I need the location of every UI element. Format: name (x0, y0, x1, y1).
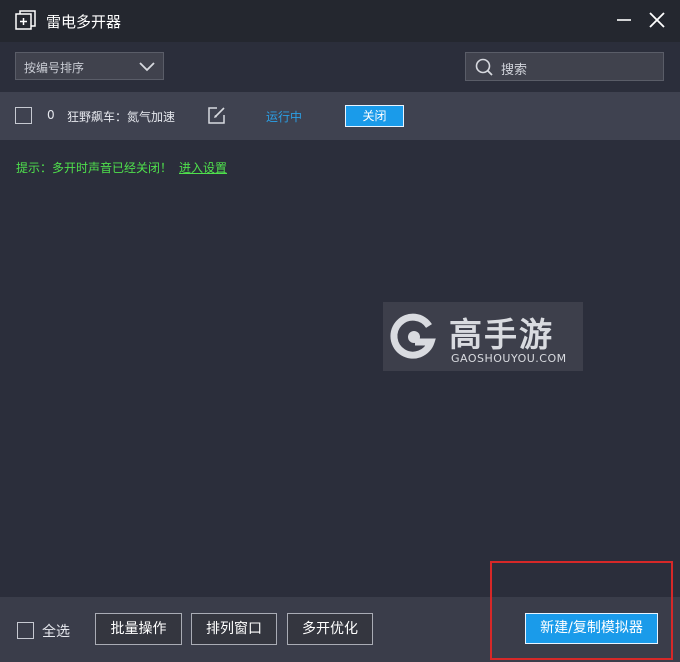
edit-icon[interactable] (207, 106, 226, 125)
gaoshouyou-logo-icon (390, 313, 436, 359)
multi-optimize-button[interactable]: 多开优化 (287, 613, 373, 645)
multi-instance-window: 雷电多开器 按编号排序 搜索 0 狂野飙车：氮气加速 运行中 关闭 提示：多开时… (0, 0, 680, 662)
sound-hint-text: 提示：多开时声音已经关闭！ (16, 161, 173, 175)
instance-status: 运行中 (266, 110, 303, 124)
search-placeholder: 搜索 (501, 63, 528, 78)
toolbar: 按编号排序 搜索 (0, 42, 680, 92)
minimize-icon[interactable] (614, 10, 634, 30)
watermark-cn: 高手游 (449, 315, 554, 354)
instance-name: 狂野飙车：氮气加速 (67, 110, 176, 124)
watermark-en: GAOSHOUYOU.COM (451, 352, 567, 365)
select-all-label[interactable]: 全选 (42, 621, 70, 641)
watermark: 高手游 GAOSHOUYOU.COM (383, 302, 583, 371)
arrange-windows-button[interactable]: 排列窗口 (191, 613, 277, 645)
sort-dropdown-label: 按编号排序 (24, 61, 85, 75)
settings-link[interactable]: 进入设置 (179, 159, 227, 176)
instance-index: 0 (47, 108, 55, 122)
instance-checkbox[interactable] (15, 107, 32, 124)
instance-row: 0 狂野飙车：氮气加速 运行中 关闭 (0, 92, 680, 140)
add-window-icon (15, 10, 36, 30)
close-icon[interactable] (646, 9, 668, 31)
search-input[interactable]: 搜索 (465, 52, 664, 81)
select-all-checkbox[interactable] (17, 622, 34, 639)
search-icon (475, 58, 493, 76)
chevron-down-icon (139, 62, 155, 72)
batch-operation-button[interactable]: 批量操作 (95, 613, 182, 645)
title-bar: 雷电多开器 (0, 0, 680, 42)
window-title: 雷电多开器 (46, 13, 122, 31)
sort-dropdown[interactable]: 按编号排序 (15, 52, 164, 80)
close-instance-button[interactable]: 关闭 (345, 105, 404, 127)
highlight-annotation-box (490, 561, 673, 660)
